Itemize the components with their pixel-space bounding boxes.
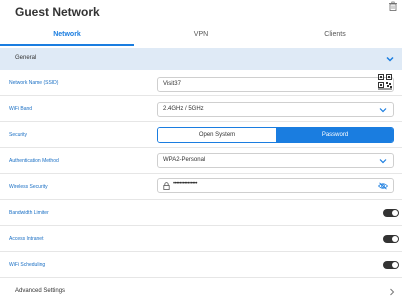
auth-method-value: WPA2-Personal xyxy=(163,157,206,163)
ssid-row: Network Name (SSID) Visit37 xyxy=(0,71,402,96)
wifi-band-row: WiFi Band 2.4GHz / 5GHz xyxy=(0,97,402,122)
general-section-header[interactable]: General xyxy=(0,48,402,70)
tab-bar: Network VPN Clients xyxy=(0,28,402,46)
auth-method-label: Authentication Method xyxy=(9,158,59,164)
trash-icon[interactable] xyxy=(388,1,398,11)
wifi-band-label: WiFi Band xyxy=(9,106,33,112)
advanced-settings-row[interactable]: Advanced Settings xyxy=(0,283,402,300)
auth-method-select[interactable]: WPA2-Personal xyxy=(157,153,394,168)
wifi-scheduling-toggle[interactable] xyxy=(383,261,399,269)
ssid-label: Network Name (SSID) xyxy=(9,80,59,86)
security-option-open[interactable]: Open System xyxy=(158,128,276,142)
password-value: ••••••••••••••• xyxy=(173,181,198,187)
wireless-security-row: Wireless Security ••••••••••••••• xyxy=(0,175,402,200)
security-segmented-control: Open System Password xyxy=(157,127,394,143)
ssid-value: Visit37 xyxy=(163,81,181,87)
chevron-right-icon xyxy=(390,288,395,296)
tab-clients[interactable]: Clients xyxy=(268,28,402,46)
wifi-scheduling-label: WiFi Scheduling xyxy=(9,262,46,268)
access-intranet-label: Access Intranet xyxy=(9,236,44,242)
tab-vpn[interactable]: VPN xyxy=(134,28,268,46)
security-option-password[interactable]: Password xyxy=(276,128,393,142)
wireless-security-label: Wireless Security xyxy=(9,184,48,190)
ssid-input[interactable]: Visit37 xyxy=(157,77,394,92)
wifi-band-value: 2.4GHz / 5GHz xyxy=(163,106,204,112)
security-row: Security Open System Password xyxy=(0,123,402,148)
chevron-down-icon xyxy=(379,159,387,164)
chevron-down-icon xyxy=(379,108,387,113)
bandwidth-limiter-row: Bandwidth Limiter xyxy=(0,201,402,226)
toggle-knob xyxy=(392,210,398,216)
access-intranet-toggle[interactable] xyxy=(383,235,399,243)
toggle-knob xyxy=(392,236,398,242)
eye-off-icon[interactable] xyxy=(378,182,388,190)
bandwidth-limiter-toggle[interactable] xyxy=(383,209,399,217)
page-title: Guest Network xyxy=(15,5,100,19)
advanced-settings-label: Advanced Settings xyxy=(15,288,66,294)
toggle-knob xyxy=(392,262,398,268)
lock-icon xyxy=(163,182,170,190)
bandwidth-limiter-label: Bandwidth Limiter xyxy=(9,210,49,216)
chevron-down-icon xyxy=(386,56,394,62)
tab-network[interactable]: Network xyxy=(0,28,134,46)
section-title: General xyxy=(15,55,37,61)
qr-code-icon[interactable] xyxy=(378,74,392,90)
wifi-scheduling-row: WiFi Scheduling xyxy=(0,253,402,278)
password-input[interactable]: ••••••••••••••• xyxy=(157,178,394,193)
security-label: Security xyxy=(9,132,28,138)
wifi-band-select[interactable]: 2.4GHz / 5GHz xyxy=(157,102,394,117)
auth-method-row: Authentication Method WPA2-Personal xyxy=(0,149,402,174)
access-intranet-row: Access Intranet xyxy=(0,227,402,252)
page-header: Guest Network xyxy=(0,0,402,28)
